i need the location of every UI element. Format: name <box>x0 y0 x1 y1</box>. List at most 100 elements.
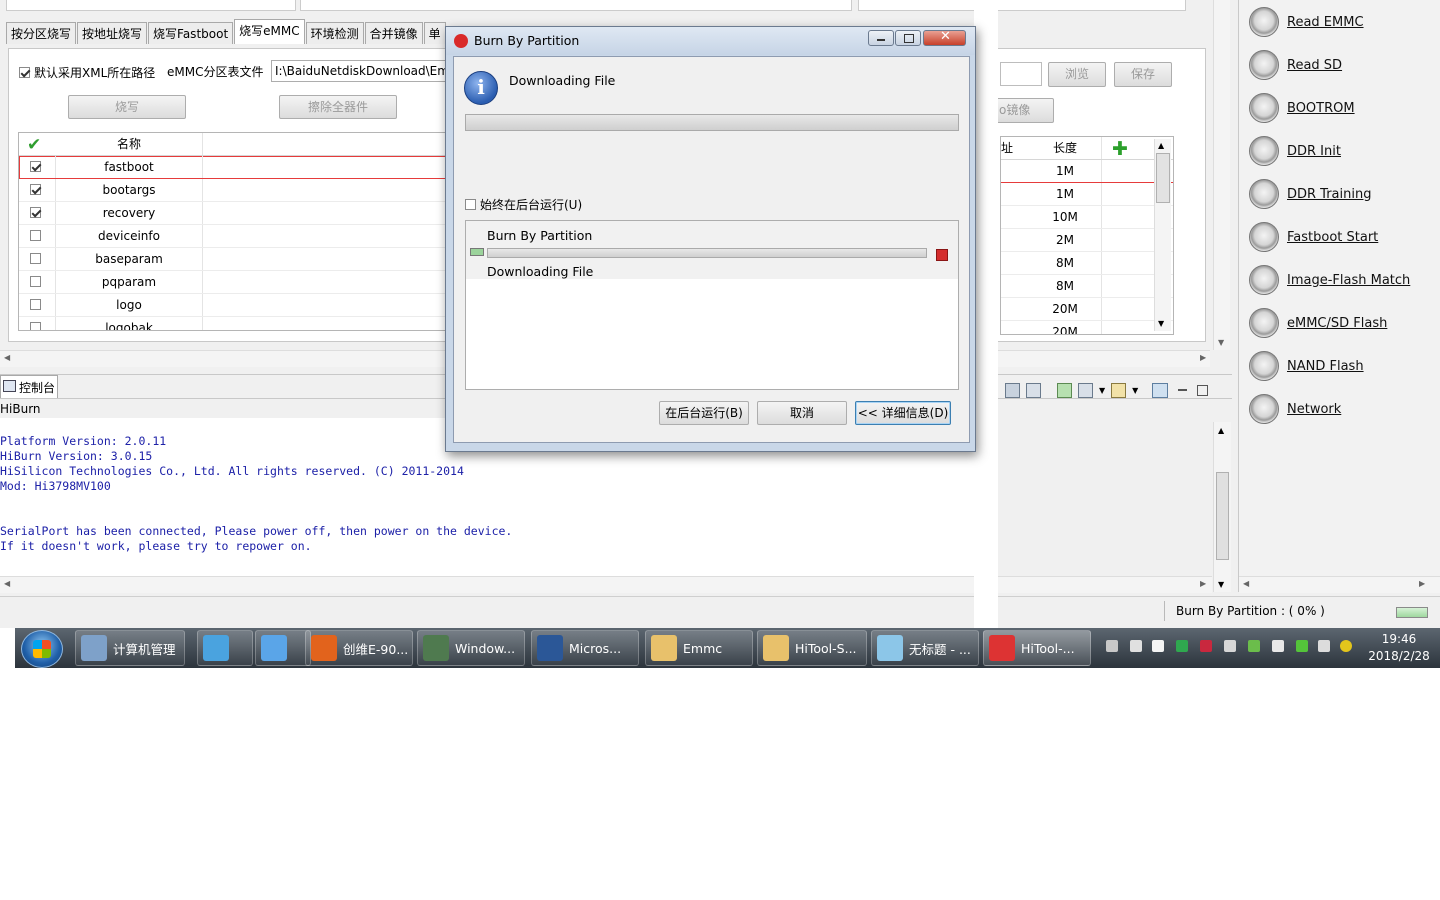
row-checkbox[interactable] <box>30 184 41 195</box>
keyboard-tray-icon[interactable] <box>1106 640 1118 652</box>
taskbar-windows-app[interactable]: Window... <box>417 630 525 666</box>
sidebar-item[interactable]: Image-Flash Match <box>1249 262 1410 298</box>
dialog-close-button[interactable]: ✕ <box>923 29 966 46</box>
console-tab[interactable]: 控制台 <box>0 375 58 398</box>
round-button-icon[interactable] <box>1249 7 1279 37</box>
path-input-right[interactable] <box>1000 62 1042 86</box>
table-row[interactable]: 2M <box>1001 229 1173 252</box>
round-button-icon[interactable] <box>1249 136 1279 166</box>
row-checkbox[interactable] <box>30 253 41 264</box>
pin-console-icon[interactable] <box>1057 382 1072 398</box>
table-row[interactable]: 20M <box>1001 321 1173 334</box>
round-button-icon[interactable] <box>1249 308 1279 338</box>
console-scroll-down-icon[interactable]: ▼ <box>1218 580 1224 589</box>
sidebar-item[interactable]: NAND Flash <box>1249 348 1364 384</box>
sidebar-item[interactable]: Network <box>1249 391 1341 427</box>
table-row[interactable]: logobak <box>19 317 449 330</box>
network-device-tray-icon[interactable] <box>1130 640 1142 652</box>
sidebar-hscrollbar[interactable]: ◀ ▶ <box>1239 576 1440 593</box>
panel-scroll-down-icon[interactable]: ▼ <box>1218 338 1224 347</box>
taskbar-hitool[interactable]: HiTool-... <box>983 630 1091 666</box>
taskbar-baidu-netdisk[interactable] <box>197 630 253 666</box>
sidebar-scroll-right-icon[interactable]: ▶ <box>1419 579 1425 588</box>
round-button-icon[interactable] <box>1249 50 1279 80</box>
round-button-icon[interactable] <box>1249 351 1279 381</box>
image-button[interactable]: o镜像 <box>990 98 1054 123</box>
table-row[interactable]: 1M <box>1001 183 1173 206</box>
scroll-down-icon[interactable]: ▼ <box>1158 319 1164 328</box>
display-dropdown-icon[interactable]: ▼ <box>1099 386 1105 395</box>
browse-button[interactable]: 浏览 <box>1048 62 1106 87</box>
table-row[interactable]: baseparam <box>19 248 449 271</box>
scroll-lock-icon[interactable] <box>1026 382 1041 398</box>
shield-tray-icon[interactable] <box>1248 640 1260 652</box>
save-button[interactable]: 保存 <box>1114 62 1172 87</box>
clock[interactable]: 19:46 2018/2/28 <box>1363 631 1435 665</box>
round-button-icon[interactable] <box>1249 93 1279 123</box>
round-button-icon[interactable] <box>1249 265 1279 295</box>
stop-task-icon[interactable] <box>936 249 948 261</box>
scroll-up-icon[interactable]: ▲ <box>1158 141 1164 150</box>
tab-merge-image[interactable]: 合并镜像 <box>364 22 423 44</box>
green-tray-icon[interactable] <box>1176 640 1188 652</box>
tab-burn-fastboot[interactable]: 烧写Fastboot <box>148 22 234 44</box>
red-tray-icon[interactable] <box>1200 640 1212 652</box>
use-xml-path-option[interactable]: 默认采用XML所在路径 <box>19 64 155 81</box>
wireless-icon[interactable] <box>1318 640 1330 652</box>
clear-console-icon[interactable] <box>1005 382 1020 398</box>
table-row[interactable]: 20M <box>1001 298 1173 321</box>
maximize-view-icon[interactable] <box>1197 384 1209 396</box>
console-scroll-thumb[interactable] <box>1216 472 1229 560</box>
sidebar-item[interactable]: Read EMMC <box>1249 4 1364 40</box>
panel-vscrollbar[interactable]: ▼ <box>1213 0 1230 350</box>
table-row[interactable]: 8M <box>1001 275 1173 298</box>
table-row[interactable]: logo <box>19 294 449 317</box>
tab-burn-emmc[interactable]: 烧写eMMC <box>234 19 305 44</box>
round-button-icon[interactable] <box>1249 179 1279 209</box>
row-checkbox[interactable] <box>30 161 41 172</box>
export-icon[interactable] <box>1152 382 1169 398</box>
scroll-thumb[interactable] <box>1156 153 1170 203</box>
top-field-right[interactable] <box>858 0 1186 11</box>
row-checkbox[interactable] <box>30 230 41 241</box>
round-button-icon[interactable] <box>1249 222 1279 252</box>
taskbar-word[interactable]: Micros... <box>531 630 639 666</box>
table-row[interactable]: 1M <box>1001 160 1173 183</box>
dialog-minimize-button[interactable] <box>868 30 894 46</box>
signal-tray-icon[interactable] <box>1224 640 1236 652</box>
open-dropdown-icon[interactable]: ▼ <box>1132 386 1138 395</box>
sidebar-item[interactable]: Read SD <box>1249 47 1342 83</box>
row-checkbox[interactable] <box>30 322 41 330</box>
always-background-option[interactable]: 始终在后台运行(U) <box>465 196 582 213</box>
row-checkbox[interactable] <box>30 299 41 310</box>
table-row[interactable]: deviceinfo <box>19 225 449 248</box>
sidebar-item[interactable]: BOOTROM <box>1249 90 1355 126</box>
use-xml-path-checkbox[interactable] <box>19 67 30 78</box>
tab-env-check[interactable]: 环境检测 <box>305 22 364 44</box>
details-button[interactable]: << 详细信息(D) <box>855 401 951 425</box>
console-vscrollbar[interactable]: ▲ ▼ <box>1213 422 1231 592</box>
run-in-background-button[interactable]: 在后台运行(B) <box>659 401 749 425</box>
start-button[interactable] <box>21 630 63 668</box>
scroll-left-icon[interactable]: ◀ <box>4 353 10 362</box>
flag-tray-icon[interactable] <box>1152 640 1164 652</box>
sidebar-item[interactable]: DDR Init <box>1249 133 1341 169</box>
row-checkbox[interactable] <box>30 276 41 287</box>
console-scroll-left-icon[interactable]: ◀ <box>4 579 10 588</box>
sidebar-item[interactable]: Fastboot Start <box>1249 219 1378 255</box>
tab-burn-by-address[interactable]: 按地址烧写 <box>77 22 148 44</box>
check-all-icon[interactable]: ✔ <box>27 135 41 155</box>
sidebar-scroll-left-icon[interactable]: ◀ <box>1243 579 1249 588</box>
taskbar-folder-hitool[interactable]: HiTool-S... <box>757 630 867 666</box>
table-row[interactable]: 10M <box>1001 206 1173 229</box>
minimize-view-icon[interactable] <box>1178 389 1188 391</box>
partition-table-path-input[interactable]: I:\BaiduNetdiskDownload\Em <box>271 60 447 82</box>
open-console-icon[interactable] <box>1111 382 1127 398</box>
taskbar-notepad[interactable]: 无标题 - ... <box>871 630 979 666</box>
always-background-checkbox[interactable] <box>465 199 476 210</box>
tab-more[interactable]: 单 <box>423 22 446 44</box>
taskbar-folder-emmc[interactable]: Emmc <box>645 630 753 666</box>
erase-all-button[interactable]: 擦除全器件 <box>279 95 397 119</box>
display-console-icon[interactable] <box>1078 382 1093 398</box>
sidebar-item[interactable]: eMMC/SD Flash <box>1249 305 1387 341</box>
